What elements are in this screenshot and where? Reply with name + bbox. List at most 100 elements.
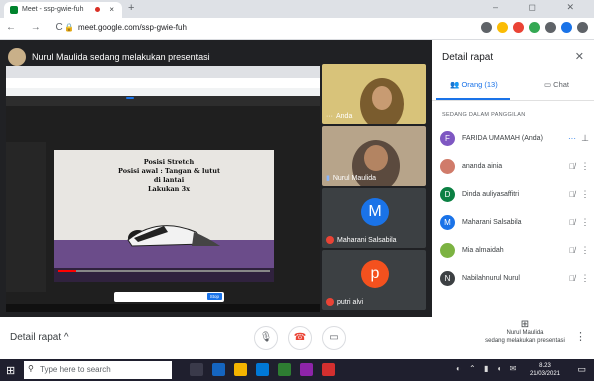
participant-row[interactable]: D Dinda auliyasaffitri 🎙̸ ⋮ [440, 184, 590, 204]
tab-chat[interactable]: ▭ Chat [544, 80, 569, 89]
tile-name: Maharani Salsabila [326, 236, 397, 244]
camera-button[interactable]: ▭ [322, 326, 346, 350]
extensions [481, 22, 588, 33]
star-icon[interactable] [497, 22, 508, 33]
participant-name: Mia almaidah [462, 246, 504, 254]
camera-icon: ▭ [329, 332, 339, 343]
participant-avatar: M [440, 214, 455, 230]
system-tray-icons[interactable]: ◐ ⌃ ▮ ◖ ✉ [456, 364, 519, 373]
presenter-text: Nurul Maulida sedang melakukan presentas… [32, 52, 210, 62]
participant-avatar [440, 242, 455, 258]
pin-icon[interactable]: ⊥ [580, 133, 590, 144]
tile-name-text: Nurul Maulida [332, 174, 377, 182]
tile-name-text: Anda [336, 113, 353, 120]
tile-name: ··· Anda [326, 113, 352, 120]
windows-taskbar: ⊞ ⚲ Type here to search ◐ ⌃ ▮ ◖ ✉ 8.23 2… [0, 359, 594, 381]
video-caption-line: Posisi Stretch [143, 158, 195, 166]
participant-row[interactable]: F FARIDA UMAMAH (Anda) ··· ⊥ [440, 128, 590, 148]
windows-start-icon[interactable]: ⊞ [6, 364, 15, 377]
mic-off-icon: 🎙̸ [569, 217, 575, 227]
more-vert-icon[interactable]: ⋮ [580, 217, 590, 228]
media-icon[interactable] [322, 363, 335, 376]
participant-avatar: F [440, 130, 455, 146]
store-icon[interactable] [278, 363, 291, 376]
shared-present-badge [126, 97, 134, 99]
tab-people[interactable]: 👥 Orang (13) [450, 80, 498, 89]
clock-date: 21/03/2021 [529, 371, 560, 377]
puzzle-icon[interactable] [545, 22, 556, 33]
more-options-icon[interactable]: ⋮ [575, 330, 586, 343]
section-label: SEDANG DALAM PANGGILAN [442, 112, 526, 118]
notifications-icon[interactable]: ▭ [577, 364, 586, 375]
meeting-controls-bar: Detail rapat ^ 🎙 ☎ ▭ ⊞ Nurul Maulida sed… [0, 317, 594, 359]
browser-tab-strip: Meet - ssp-gwie-fuh × + – ◻ ✕ [0, 0, 594, 18]
present-screen-icon: ⊞ [520, 319, 530, 330]
tab-people-label: Orang (13) [461, 80, 498, 89]
url-field[interactable]: 🔒 meet.google.com/ssp-gwie-fuh [64, 23, 187, 32]
new-tab-button[interactable]: + [128, 2, 134, 14]
shared-side-strip [6, 142, 46, 292]
lock-icon: 🔒 [64, 23, 74, 32]
window-controls[interactable]: – ◻ ✕ [493, 2, 588, 13]
participant-row[interactable]: ananda ainia 🎙̸ ⋮ [440, 156, 590, 176]
participant-row[interactable]: N Nabilahnurul Nurul 🎙̸ ⋮ [440, 268, 590, 288]
chevron-up-icon: ^ [63, 332, 69, 343]
presenter-banner: Nurul Maulida sedang melakukan presentas… [8, 48, 210, 66]
more-vert-icon[interactable]: ⋮ [580, 273, 590, 284]
chat-icon: ▭ [544, 80, 554, 89]
nav-buttons[interactable]: ← → C [6, 22, 69, 33]
clock[interactable]: 8.23 21/03/2021 [530, 362, 560, 378]
taskbar-search-placeholder: Type here to search [40, 365, 111, 374]
tab-title: Meet - ssp-gwie-fuh [22, 6, 84, 13]
participant-avatar [440, 158, 455, 174]
profile-avatar[interactable] [561, 22, 572, 33]
browser-tab-meet[interactable]: Meet - ssp-gwie-fuh × [4, 2, 122, 18]
file-explorer-icon[interactable] [212, 363, 225, 376]
menu-dots-icon[interactable] [577, 22, 588, 33]
taskbar-search[interactable]: ⚲ Type here to search [24, 361, 172, 379]
participant-avatar: M [361, 198, 389, 226]
extension-red-icon[interactable] [513, 22, 524, 33]
meeting-details-button[interactable]: Detail rapat ^ [10, 332, 69, 343]
tab-close-icon[interactable]: × [109, 5, 114, 14]
participant-name: Nabilahnurul Nurul [462, 274, 520, 282]
edge-icon[interactable] [256, 363, 269, 376]
video-caption-line: Lakukan 3x [147, 185, 191, 193]
stretching-person-figure [127, 225, 220, 247]
close-icon[interactable]: ✕ [575, 50, 584, 63]
shared-browser-address [6, 78, 320, 88]
app-icon[interactable] [300, 363, 313, 376]
microphone-button[interactable]: 🎙 [254, 326, 278, 350]
more-vert-icon[interactable]: ⋮ [580, 189, 590, 200]
participant-tile[interactable]: ··· Anda [322, 64, 426, 124]
shared-browser-bookmarks [6, 88, 320, 96]
chrome-icon[interactable] [234, 363, 247, 376]
participant-tile[interactable]: ▮ Nurul Maulida [322, 126, 426, 186]
present-status-name: Nurul Maulida [506, 330, 544, 336]
participant-avatar: D [440, 186, 455, 202]
screen-share-bar: Stop [114, 292, 224, 302]
presentation-status-button[interactable]: ⊞ Nurul Maulida sedang melakukan present… [470, 319, 580, 345]
mic-off-icon: 🎙̸ [569, 161, 575, 171]
video-controls[interactable] [54, 268, 274, 282]
participant-row[interactable]: M Maharani Salsabila 🎙̸ ⋮ [440, 212, 590, 232]
video-progress[interactable] [58, 270, 270, 272]
participant-tile[interactable]: M Maharani Salsabila [322, 188, 426, 248]
camera-icon[interactable] [481, 22, 492, 33]
more-vert-icon[interactable]: ⋮ [580, 161, 590, 172]
more-vert-icon[interactable]: ⋮ [580, 245, 590, 256]
participant-row[interactable]: Mia almaidah 🎙̸ ⋮ [440, 240, 590, 260]
tile-name: ▮ Nurul Maulida [326, 174, 377, 183]
stop-sharing-button[interactable]: Stop [206, 293, 222, 300]
speaking-icon: ▮ [326, 175, 330, 182]
task-view-icon[interactable] [190, 363, 203, 376]
more-dots-icon[interactable]: ··· [564, 134, 580, 143]
leave-call-button[interactable]: ☎ [288, 326, 312, 350]
extension-green-icon[interactable] [529, 22, 540, 33]
participant-tile[interactable]: p putri alvi [322, 250, 426, 310]
clock-time: 8.23 [539, 363, 551, 369]
mic-off-icon [326, 236, 334, 244]
video-caption-line: Posisi awal : Tangan & lutut di lantai [118, 167, 220, 184]
mic-off-icon: 🎙̸ [569, 189, 575, 199]
presenter-avatar [8, 48, 26, 66]
